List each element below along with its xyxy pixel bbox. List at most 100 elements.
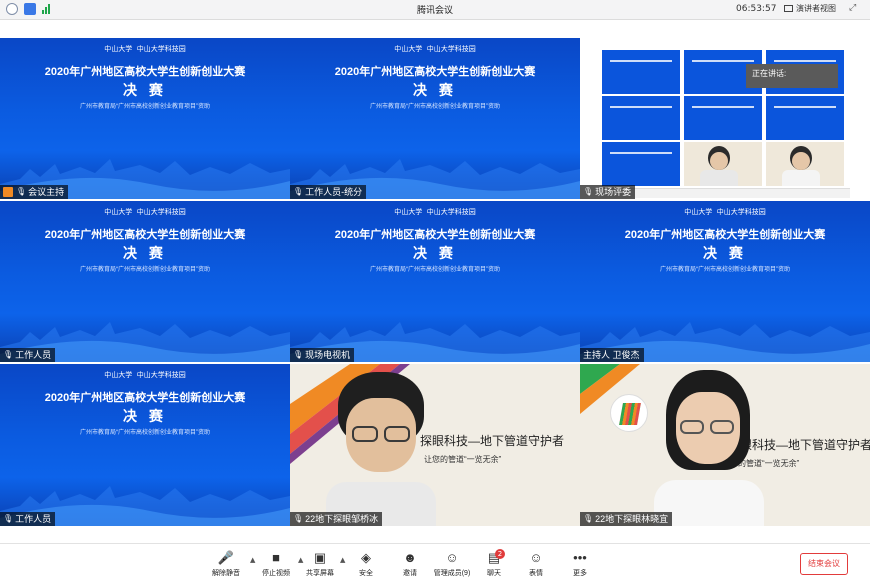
host-icon (3, 187, 13, 197)
security-button[interactable]: ◈ 安全 (348, 550, 384, 578)
slide-headline: 2020年广州地区高校大学生创新创业大赛 (334, 229, 536, 241)
presenter-view-button[interactable]: 演讲者视图 (784, 3, 836, 14)
video-tile-staff[interactable]: 中山大学 中山大学科技园 2020年广州地区高校大学生创新创业大赛 决 赛 广州… (0, 201, 290, 362)
tile-label: 🎙 现场评委 (580, 185, 636, 199)
share-options-caret[interactable]: ▲ (340, 556, 345, 564)
slide-final: 决 赛 (123, 408, 167, 424)
meeting-window: 腾讯会议 06:53:57 演讲者视图 ⤢ 中山大学 中山大学科技园 2020年… (0, 0, 870, 585)
shield-icon: ◈ (361, 550, 371, 565)
tile-label: 主持人 卫俊杰 (580, 348, 644, 362)
audio-options-caret[interactable]: ▲ (250, 556, 255, 564)
slide-headline: 2020年广州地区高校大学生创新创业大赛 (624, 229, 826, 241)
tile-name: 工作人员-统分 (305, 187, 363, 197)
participant-video (326, 370, 436, 526)
logo-left: 中山大学 (104, 45, 133, 53)
manage-members-label: 管理成员(9) (433, 570, 471, 577)
video-tile-host[interactable]: 中山大学 中山大学科技园 2020年广州地区高校大学生创新创业大赛 决 赛 广州… (0, 38, 290, 199)
tile-label: 🎙 工作人员 (0, 348, 56, 362)
video-grid: 中山大学 中山大学科技园 2020年广州地区高校大学生创新创业大赛 决 赛 广州… (0, 38, 870, 528)
video-tile-team22-member-a[interactable]: 探眼科技—地下管道守护者 让您的管道“一览无余” 🎙 22地下探眼邹桥冰 (290, 364, 580, 526)
video-tile-staff-scoring[interactable]: 中山大学 中山大学科技园 2020年广州地区高校大学生创新创业大赛 决 赛 广州… (290, 38, 580, 199)
unmute-label: 解除静音 (212, 570, 240, 577)
mini-tile (684, 96, 762, 140)
reactions-button[interactable]: ☺ 表情 (518, 550, 554, 578)
chat-icon: ▤ (487, 550, 501, 565)
slide-subtitle: 广州市教育局“广州市高校创新创业教育项目”资助 (370, 267, 500, 273)
logo-right: 中山大学科技园 (426, 208, 476, 216)
presenter-view-label: 演讲者视图 (796, 4, 836, 13)
logo-left: 中山大学 (104, 371, 133, 379)
presenter-view-icon (784, 5, 793, 12)
invite-button[interactable]: ☻ 邀请 (392, 550, 428, 578)
mic-muted-icon: 🎙 (3, 350, 14, 359)
mic-icon: 🎙 (583, 514, 594, 523)
slide-subtitle: 广州市教育局“广州市高校创新创业教育项目”资助 (80, 267, 210, 273)
unmute-button[interactable]: 🎤 解除静音 (208, 550, 244, 578)
reactions-label: 表情 (529, 570, 543, 577)
tile-name: 22地下探眼林晓宜 (595, 514, 669, 524)
mini-tile (602, 142, 680, 186)
slide-subtitle: 广州市教育局“广州市高校创新创业教育项目”资助 (80, 430, 210, 436)
logo-left: 中山大学 (394, 45, 423, 53)
mic-muted-icon: 🎙 (583, 187, 594, 196)
mic-muted-icon: 🎙 (16, 187, 27, 196)
tile-name: 工作人员 (15, 514, 52, 524)
mic-icon: 🎙 (293, 514, 304, 523)
tile-name: 现场评委 (595, 187, 632, 197)
slide-final: 决 赛 (413, 245, 457, 261)
mic-muted-icon: 🎤 (217, 550, 235, 565)
manage-members-button[interactable]: ☺ 管理成员(9) (430, 550, 474, 578)
tile-label: 🎙 22地下探眼林晓宜 (580, 512, 673, 526)
participant-video (654, 370, 764, 526)
more-button[interactable]: ••• 更多 (562, 550, 598, 578)
slide-final: 决 赛 (123, 82, 167, 98)
logo-right: 中山大学科技园 (716, 208, 766, 216)
slide-subtitle: 广州市教育局“广州市高校创新创业教育项目”资助 (80, 104, 210, 110)
speaking-indicator: 正在讲话: (746, 64, 838, 88)
slide-final: 决 赛 (123, 245, 167, 261)
slide-final: 决 赛 (413, 82, 457, 98)
logo-right: 中山大学科技园 (136, 208, 186, 216)
video-tile-team22-member-b[interactable]: 眼科技—地下管道守护者 的管道“一览无余” 🎙 22地下探眼林晓宜 (580, 364, 870, 526)
slide-final: 决 赛 (703, 245, 747, 261)
video-tile-onsite-tv[interactable]: 中山大学 中山大学科技园 2020年广州地区高校大学生创新创业大赛 决 赛 广州… (290, 201, 580, 362)
logo-right: 中山大学科技园 (426, 45, 476, 53)
tile-label: 🎙 现场电视机 (290, 348, 355, 362)
title-bar: 腾讯会议 06:53:57 演讲者视图 ⤢ (0, 0, 870, 20)
slide-headline: 2020年广州地区高校大学生创新创业大赛 (44, 392, 246, 404)
mic-muted-icon: 🎙 (3, 514, 14, 523)
tile-name: 工作人员 (15, 350, 52, 360)
logo-left: 中山大学 (394, 208, 423, 216)
security-label: 安全 (359, 570, 373, 577)
more-dots-icon: ••• (573, 550, 587, 565)
mini-cam-tile (684, 142, 762, 186)
video-tile-staff-2[interactable]: 中山大学 中山大学科技园 2020年广州地区高校大学生创新创业大赛 决 赛 广州… (0, 364, 290, 526)
members-icon: ☺ (445, 550, 459, 565)
slide-logos: 中山大学 中山大学科技园 (0, 207, 290, 217)
mini-cam-tile (766, 142, 844, 186)
invite-label: 邀请 (403, 570, 417, 577)
tile-name: 现场电视机 (305, 350, 351, 360)
meeting-clock: 06:53:57 (736, 4, 777, 14)
slide-headline: 2020年广州地区高校大学生创新创业大赛 (44, 66, 246, 78)
chat-unread-badge: 2 (495, 549, 505, 559)
slide-logos: 中山大学 中山大学科技园 (290, 44, 580, 54)
stop-video-label: 停止视频 (262, 570, 290, 577)
logo-left: 中山大学 (684, 208, 713, 216)
logo-right: 中山大学科技园 (136, 45, 186, 53)
mini-tile (602, 96, 680, 140)
fullscreen-icon[interactable]: ⤢ (849, 3, 856, 13)
share-screen-button[interactable]: ▣ 共享屏幕 (302, 550, 338, 578)
tile-label: 🎙 22地下探眼邹桥冰 (290, 512, 383, 526)
chat-button[interactable]: ▤ 聊天 (476, 550, 512, 578)
slide-logos: 中山大学 中山大学科技园 (0, 44, 290, 54)
slide-headline: 2020年广州地区高校大学生创新创业大赛 (334, 66, 536, 78)
slide-logos: 中山大学 中山大学科技园 (0, 370, 290, 380)
end-meeting-button[interactable]: 结束会议 (800, 553, 848, 575)
tile-name: 主持人 卫俊杰 (583, 350, 640, 360)
video-tile-judges[interactable]: 🎙 现场评委 (580, 38, 870, 199)
stop-video-button[interactable]: ■ 停止视频 (258, 550, 294, 578)
mic-muted-icon: 🎙 (293, 187, 304, 196)
video-tile-emcee[interactable]: 中山大学 中山大学科技园 2020年广州地区高校大学生创新创业大赛 决 赛 广州… (580, 201, 870, 362)
slide-subtitle: 广州市教育局“广州市高校创新创业教育项目”资助 (660, 267, 790, 273)
